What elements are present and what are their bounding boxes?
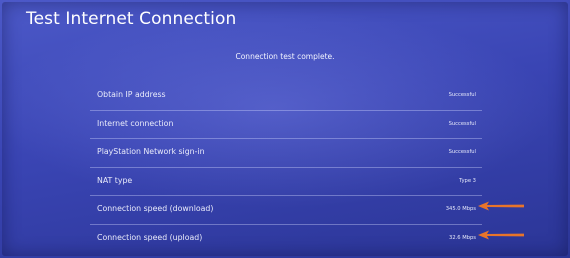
page-title: Test Internet Connection (26, 9, 237, 29)
result-row-ip-address[interactable]: Obtain IP address Successful (90, 82, 482, 111)
result-label: Obtain IP address (97, 90, 166, 99)
result-row-internet-connection[interactable]: Internet connection Successful (90, 111, 482, 140)
result-value: Successful (448, 92, 476, 98)
result-label: PlayStation Network sign-in (97, 147, 205, 157)
result-value: 32.6 Mbps (449, 234, 476, 241)
arrow-left-icon (478, 230, 524, 240)
result-value: 345.0 Mbps (445, 206, 476, 213)
result-label: Connection speed (download) (97, 204, 214, 214)
result-value: Successful (448, 149, 476, 156)
results-list: Obtain IP address Successful Internet co… (90, 82, 482, 254)
result-label: Connection speed (upload) (97, 232, 203, 242)
result-value: Type 3 (459, 177, 476, 184)
result-row-nat-type[interactable]: NAT type Type 3 (90, 168, 482, 197)
status-message: Connection test complete. (235, 52, 335, 61)
result-row-download-speed[interactable]: Connection speed (download) 345.0 Mbps (90, 196, 482, 225)
result-label: NAT type (97, 175, 133, 185)
result-row-psn-sign-in[interactable]: PlayStation Network sign-in Successful (90, 139, 482, 168)
result-value: Successful (448, 120, 476, 127)
result-label: Internet connection (97, 118, 174, 128)
arrow-left-icon (478, 201, 524, 211)
result-row-upload-speed[interactable]: Connection speed (upload) 32.6 Mbps (90, 225, 482, 254)
